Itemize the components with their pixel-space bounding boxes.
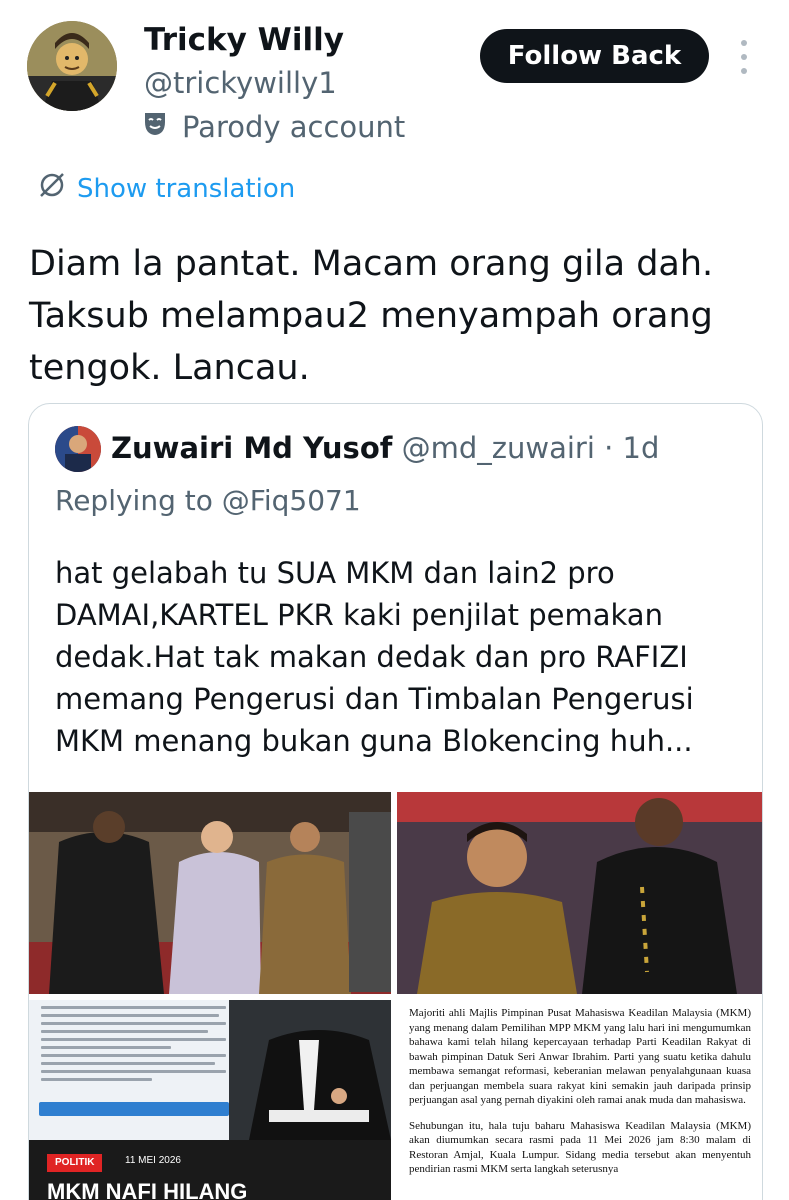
media-image-portrait[interactable] [397,792,762,994]
translate-icon [37,170,67,207]
media-image-news-graphic[interactable]: POLITIK 11 MEI 2026 MKM NAFI HILANG KEPE… [29,1000,391,1200]
document-paragraph: Majoriti ahli Majlis Pimpinan Pusat Maha… [409,1007,751,1106]
author-handle[interactable]: @trickywilly1 [144,66,337,100]
quote-timestamp: · 1d [604,431,660,465]
tweet-text: Diam la pantat. Macam orang gila dah. Ta… [29,244,714,388]
author-avatar[interactable] [27,21,117,111]
news-category-badge: POLITIK [47,1154,103,1172]
news-headline: MKM NAFI HILANG KEPERCAYAAN TERHADAP [47,1179,248,1200]
show-translation-label[interactable]: Show translation [77,174,295,204]
theater-mask-icon [140,108,170,145]
document-paragraph: Sehubungan itu, hala tuju baharu Mahasis… [409,1119,751,1176]
follow-back-button[interactable]: Follow Back [480,29,709,83]
quote-header: Zuwairi Md Yusof @md_zuwairi · 1d [111,431,659,465]
news-date: 11 MEI 2026 [125,1155,181,1166]
news-footer-bar [39,1102,229,1116]
parody-label: Parody account [182,109,406,144]
more-vertical-icon[interactable] [734,40,754,74]
news-speaker-photo [229,1000,391,1140]
document-text: Majoriti ahli Majlis Pimpinan Pusat Maha… [409,1006,751,1188]
quote-text: hat gelabah tu SUA MKM dan lain2 pro DAM… [55,556,694,758]
news-body-lines [41,1006,226,1086]
quote-replying-to[interactable]: Replying to @Fiq5071 [55,484,361,517]
quote-author-handle[interactable]: @md_zuwairi [402,431,595,465]
news-headline-panel: POLITIK 11 MEI 2026 MKM NAFI HILANG KEPE… [29,1140,391,1200]
show-translation-link[interactable]: Show translation [37,170,295,207]
quote-media-grid: POLITIK 11 MEI 2026 MKM NAFI HILANG KEPE… [29,792,762,1200]
media-image-group-photo[interactable] [29,792,391,994]
author-name[interactable]: Tricky Willy [144,22,344,58]
news-graphic-top [29,1000,391,1140]
quote-author-avatar[interactable] [55,426,101,472]
quoted-tweet[interactable]: Zuwairi Md Yusof @md_zuwairi · 1d Replyi… [28,403,763,1200]
quote-author-name[interactable]: Zuwairi Md Yusof [111,431,392,465]
tweet-page: Tricky Willy @trickywilly1 Parody accoun… [0,0,789,1200]
media-image-document[interactable]: Majoriti ahli Majlis Pimpinan Pusat Maha… [397,1000,762,1200]
parody-badge: Parody account [140,108,405,145]
